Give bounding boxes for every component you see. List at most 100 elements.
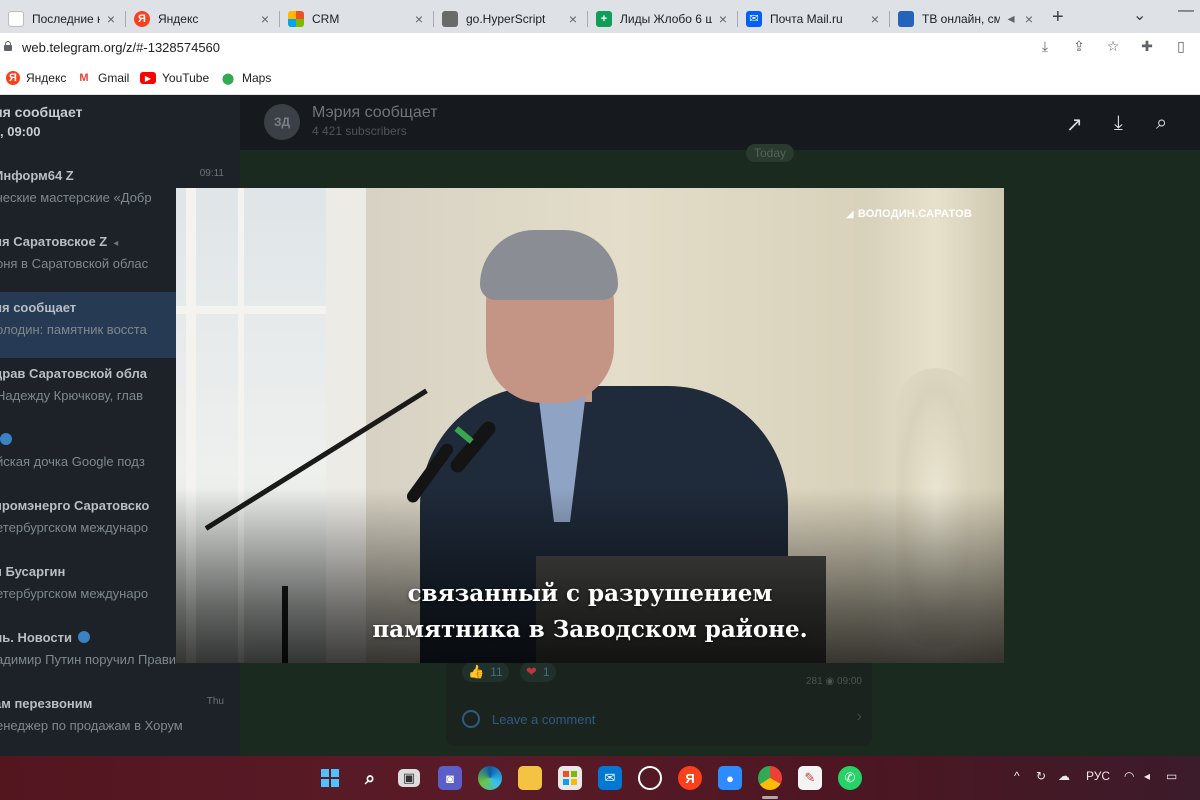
url-text[interactable]: web.telegram.org/z/#-1328574560 — [22, 40, 220, 55]
reaction-heart[interactable]: ❤ 1 — [520, 662, 556, 682]
new-tab-button[interactable]: + — [1052, 6, 1064, 29]
channel-watermark: ◢ ВОЛОДИН.САРАТОВ — [846, 208, 972, 220]
download-icon[interactable]: ⤓ — [1114, 112, 1123, 135]
zoom-icon[interactable]: ● — [718, 766, 742, 790]
speaker-icon[interactable]: ◂ — [1004, 10, 1018, 27]
chat-title: промэнерго Саратовско — [0, 498, 150, 513]
extensions-icon[interactable]: ✚ — [1138, 38, 1156, 55]
paint-icon[interactable]: ✎ — [798, 766, 822, 790]
minimize-icon[interactable]: — — [1178, 2, 1194, 20]
cortana-icon[interactable] — [638, 766, 662, 790]
tab-tv[interactable]: ТВ онлайн, смс ◂ × — [890, 4, 1044, 33]
wifi-icon[interactable]: ◠ — [1124, 769, 1134, 783]
close-icon[interactable]: × — [412, 11, 426, 27]
tab-hyperscript[interactable]: go.HyperScript × — [434, 4, 588, 33]
sheets-icon: + — [596, 10, 612, 27]
share-icon[interactable]: ↗ — [1066, 112, 1083, 137]
share-icon[interactable]: ⇪ — [1070, 38, 1088, 55]
tab-mail[interactable]: ✉ Почта Mail.ru × — [738, 4, 890, 33]
bookmarks-bar: Я Яндекс M Gmail ▶ YouTube ⬤ Maps — [0, 63, 1200, 95]
chat-preview: енеджер по продажам в Хорум — [0, 718, 183, 733]
search-icon[interactable]: ⌕ — [358, 766, 382, 790]
chat-title: драв Саратовской обла — [0, 366, 148, 381]
chevron-up-icon[interactable]: ^ — [1014, 769, 1020, 783]
tv-icon — [898, 10, 914, 27]
message-time: 09:00 — [836, 676, 862, 687]
yandex-icon: Я — [134, 10, 150, 27]
sidebar-icon[interactable]: ▯ — [1172, 38, 1190, 55]
sidebar-title: ия сообщает — [0, 104, 83, 120]
chat-title: Информ64 Z — [0, 168, 74, 183]
heart-icon: ❤ — [526, 664, 537, 679]
chat-preview: Надежду Крючкову, глав — [0, 388, 144, 403]
whatsapp-icon[interactable]: ✆ — [838, 766, 862, 790]
chat-title: ия Саратовское Z ◂ — [0, 234, 118, 249]
chrome-icon[interactable] — [758, 766, 782, 790]
edge-icon[interactable] — [478, 766, 502, 790]
cloud-icon[interactable]: ☁ — [1058, 769, 1070, 783]
bookmark-gmail[interactable]: M Gmail — [76, 71, 129, 85]
news-icon — [8, 10, 24, 27]
video-subtitle: связанный с разрушением памятника в Заво… — [176, 576, 1004, 648]
chat-preview: етербургском междунаро — [0, 586, 149, 601]
chat-time: Thu — [206, 696, 224, 707]
subtitle-line: памятника в Заводском районе. — [372, 616, 808, 643]
volume-icon[interactable]: ◂ — [1144, 769, 1150, 783]
tab-yandex[interactable]: Я Яндекс × — [126, 4, 280, 33]
tab-label: Яндекс — [158, 11, 199, 26]
tab-label: CRM — [312, 11, 340, 26]
close-icon[interactable]: × — [1022, 11, 1036, 27]
telegram-icon: ◢ — [845, 208, 854, 220]
chat-title: н Бусаргин — [0, 564, 66, 579]
leave-comment-button[interactable]: Leave a comment — [462, 710, 595, 728]
tab-label: Лиды Жлобо 6 шт — [620, 11, 712, 26]
subtitle-line: связанный с разрушением — [407, 580, 773, 607]
reaction-like[interactable]: 👍 11 — [462, 662, 509, 682]
browser-tab-bar: Последние новост × Я Яндекс × CRM × go.H… — [0, 0, 1200, 33]
gmail-icon: M — [79, 72, 89, 84]
star-icon[interactable]: ☆ — [1104, 38, 1122, 55]
close-icon[interactable]: × — [566, 11, 580, 27]
store-icon[interactable] — [558, 766, 582, 790]
bookmark-youtube[interactable]: ▶ YouTube — [140, 71, 209, 85]
comment-label: Leave a comment — [492, 711, 596, 727]
chat-title: ам перезвоним — [0, 696, 93, 711]
chat-preview: оня в Саратовской облас — [0, 256, 149, 271]
taskview-icon[interactable]: ▣ — [398, 769, 420, 787]
reaction-count: 11 — [490, 665, 503, 679]
message-footer: 👍 11 ❤ 1 281 ◉ 09:00 Leave a comment › — [446, 652, 872, 746]
bookmark-label: YouTube — [162, 71, 210, 85]
chat-item[interactable]: ам перезвоним Thu енеджер по продажам в … — [0, 688, 240, 754]
video-player[interactable]: ◢ ВОЛОДИН.САРАТОВ связанный с разрушение… — [176, 188, 1004, 663]
zoom-icon[interactable]: ⌕ — [1156, 112, 1167, 135]
language-indicator[interactable]: РУС — [1086, 769, 1110, 783]
mail-icon[interactable]: ✉ — [598, 766, 622, 790]
close-icon[interactable]: × — [258, 11, 272, 27]
chat-title-text: ия Саратовское Z — [0, 234, 108, 249]
lock-icon — [4, 41, 12, 51]
close-icon[interactable]: × — [716, 11, 730, 27]
channel-title[interactable]: Мэрия сообщает — [312, 104, 438, 122]
channel-avatar[interactable]: ЗД — [264, 104, 300, 140]
yandex-icon[interactable]: Я — [678, 766, 702, 790]
address-bar[interactable]: web.telegram.org/z/#-1328574560 ⤓ ⇪ ☆ ✚ … — [0, 33, 1200, 63]
chevron-down-icon[interactable]: ⌄ — [1133, 5, 1146, 25]
start-icon[interactable] — [318, 766, 342, 790]
bookmark-yandex[interactable]: Я Яндекс — [6, 71, 66, 85]
tab-sheets[interactable]: + Лиды Жлобо 6 шт × — [588, 4, 738, 33]
view-count: 281 — [805, 676, 823, 687]
download-icon[interactable]: ⤓ — [1036, 38, 1054, 55]
close-icon[interactable]: × — [104, 11, 118, 27]
tab-news[interactable]: Последние новост × — [0, 4, 126, 33]
explorer-icon[interactable] — [518, 766, 542, 790]
chat-preview: ческие мастерские «Добр — [0, 190, 152, 205]
teams-icon[interactable]: ◙ — [438, 766, 462, 790]
battery-icon[interactable]: ▭ — [1166, 769, 1177, 783]
tab-crm[interactable]: CRM × — [280, 4, 434, 33]
close-icon[interactable]: × — [868, 11, 882, 27]
bookmark-maps[interactable]: ⬤ Maps — [220, 71, 272, 85]
chevron-right-icon[interactable]: › — [857, 708, 862, 726]
sync-icon[interactable]: ↻ — [1036, 769, 1046, 783]
chat-header: ЗД Мэрия сообщает 4 421 subscribers ↗ ⤓ … — [240, 96, 1200, 150]
thumbs-up-icon: 👍 — [468, 664, 485, 679]
